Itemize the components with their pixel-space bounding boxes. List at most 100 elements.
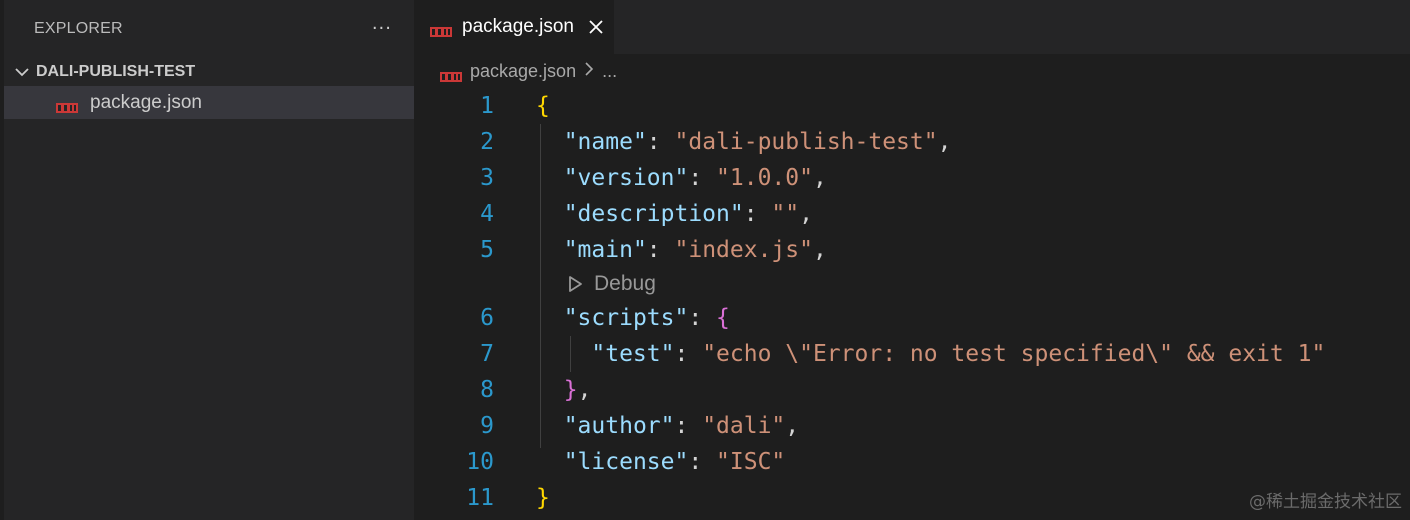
line-number: 7 bbox=[480, 341, 494, 367]
code-line: 6 "scripts": { bbox=[414, 300, 1410, 336]
line-number: 9 bbox=[480, 413, 494, 439]
chevron-right-icon bbox=[584, 61, 594, 81]
code-token: } bbox=[536, 485, 550, 511]
line-number: 10 bbox=[466, 449, 494, 475]
code-token: "license" bbox=[563, 449, 689, 475]
code-token: "test" bbox=[591, 341, 675, 367]
code-token: : bbox=[646, 237, 675, 263]
line-number: 8 bbox=[480, 377, 494, 403]
breadcrumb-more[interactable]: ... bbox=[602, 61, 617, 82]
line-text: "license": "ISC" bbox=[536, 449, 786, 475]
code-token: , bbox=[937, 129, 952, 155]
code-token: , bbox=[812, 237, 827, 263]
npm-icon bbox=[440, 66, 462, 82]
breadcrumb: package.json ... bbox=[414, 54, 1410, 88]
line-number: 5 bbox=[480, 237, 494, 263]
code-token: "main" bbox=[563, 237, 647, 263]
code-token: } bbox=[563, 377, 578, 403]
code-token: "dali-publish-test" bbox=[674, 129, 938, 155]
code-token: "1.0.0" bbox=[716, 165, 813, 191]
codelens-debug[interactable]: Debug bbox=[414, 268, 1410, 300]
code-line: 3 "version": "1.0.0", bbox=[414, 160, 1410, 196]
line-text: { bbox=[536, 93, 550, 119]
folder-label: DALI-PUBLISH-TEST bbox=[36, 63, 196, 80]
line-number: 4 bbox=[480, 201, 494, 227]
code-line: 4 "description": "", bbox=[414, 196, 1410, 232]
codelens-content[interactable]: Debug bbox=[568, 272, 656, 296]
line-text: "main": "index.js", bbox=[536, 237, 827, 263]
code-token: , bbox=[812, 165, 827, 191]
code-token: : bbox=[674, 341, 703, 367]
code-editor[interactable]: 1{ 2 "name": "dali-publish-test", 3 "ver… bbox=[414, 88, 1410, 516]
codelens-label: Debug bbox=[594, 272, 656, 295]
code-token: "author" bbox=[563, 413, 675, 439]
code-line: 7 "test": "echo \"Error: no test specifi… bbox=[414, 336, 1410, 372]
code-token: "version" bbox=[563, 165, 689, 191]
line-text: "version": "1.0.0", bbox=[536, 165, 827, 191]
code-token: : bbox=[646, 129, 675, 155]
code-token: "description" bbox=[563, 201, 744, 227]
npm-icon bbox=[56, 98, 78, 113]
code-line: 8 }, bbox=[414, 372, 1410, 408]
line-number: 2 bbox=[480, 129, 494, 155]
tab-label: package.json bbox=[462, 16, 574, 37]
line-text: "description": "", bbox=[536, 201, 813, 227]
editor-area: package.json package.json ... 1{ 2 "name… bbox=[414, 0, 1410, 520]
close-icon[interactable] bbox=[588, 19, 604, 35]
explorer-title: EXPLORER bbox=[34, 20, 123, 37]
code-line: 10 "license": "ISC" bbox=[414, 444, 1410, 480]
code-token: "ISC" bbox=[716, 449, 786, 475]
line-number: 11 bbox=[466, 485, 494, 511]
line-text: "scripts": { bbox=[536, 305, 730, 331]
line-text: }, bbox=[536, 377, 592, 403]
line-number: 3 bbox=[480, 165, 494, 191]
code-token: : bbox=[688, 165, 717, 191]
code-token: "scripts" bbox=[563, 305, 689, 331]
explorer-sidebar: EXPLORER ··· DALI-PUBLISH-TEST package.j… bbox=[0, 0, 414, 520]
code-token: "echo \"Error: no test specified\" && ex… bbox=[702, 341, 1326, 367]
tab-package-json[interactable]: package.json bbox=[414, 0, 614, 54]
line-text: } bbox=[536, 485, 550, 511]
code-token: "" bbox=[771, 201, 800, 227]
code-token: "name" bbox=[563, 129, 647, 155]
code-token: , bbox=[799, 201, 813, 227]
npm-icon bbox=[430, 22, 452, 37]
code-line: 1{ bbox=[414, 88, 1410, 124]
line-number: 1 bbox=[480, 93, 494, 119]
code-line: 5 "main": "index.js", bbox=[414, 232, 1410, 268]
code-token: { bbox=[536, 93, 550, 119]
code-token: { bbox=[716, 305, 730, 331]
file-item-package-json[interactable]: package.json bbox=[4, 86, 414, 119]
code-token: : bbox=[743, 201, 772, 227]
code-token: , bbox=[785, 413, 800, 439]
code-line: 9 "author": "dali", bbox=[414, 408, 1410, 444]
line-text: "test": "echo \"Error: no test specified… bbox=[536, 341, 1325, 367]
folder-row[interactable]: DALI-PUBLISH-TEST bbox=[4, 58, 414, 86]
code-token: : bbox=[688, 449, 717, 475]
code-token: , bbox=[577, 377, 592, 403]
watermark: @稀土掘金技术社区 bbox=[1249, 492, 1402, 512]
play-icon bbox=[568, 275, 584, 293]
code-token: "index.js" bbox=[674, 237, 813, 263]
code-token: : bbox=[688, 305, 717, 331]
tab-bar: package.json bbox=[414, 0, 1410, 54]
code-token: : bbox=[674, 413, 703, 439]
ellipsis-icon[interactable]: ··· bbox=[372, 20, 392, 38]
line-text: "author": "dali", bbox=[536, 413, 799, 439]
explorer-header: EXPLORER ··· bbox=[4, 0, 414, 58]
code-line: 2 "name": "dali-publish-test", bbox=[414, 124, 1410, 160]
line-number: 6 bbox=[480, 305, 494, 331]
breadcrumb-file[interactable]: package.json bbox=[470, 61, 576, 82]
file-label: package.json bbox=[90, 91, 202, 113]
chevron-down-icon[interactable] bbox=[12, 62, 32, 82]
line-text: "name": "dali-publish-test", bbox=[536, 129, 952, 155]
